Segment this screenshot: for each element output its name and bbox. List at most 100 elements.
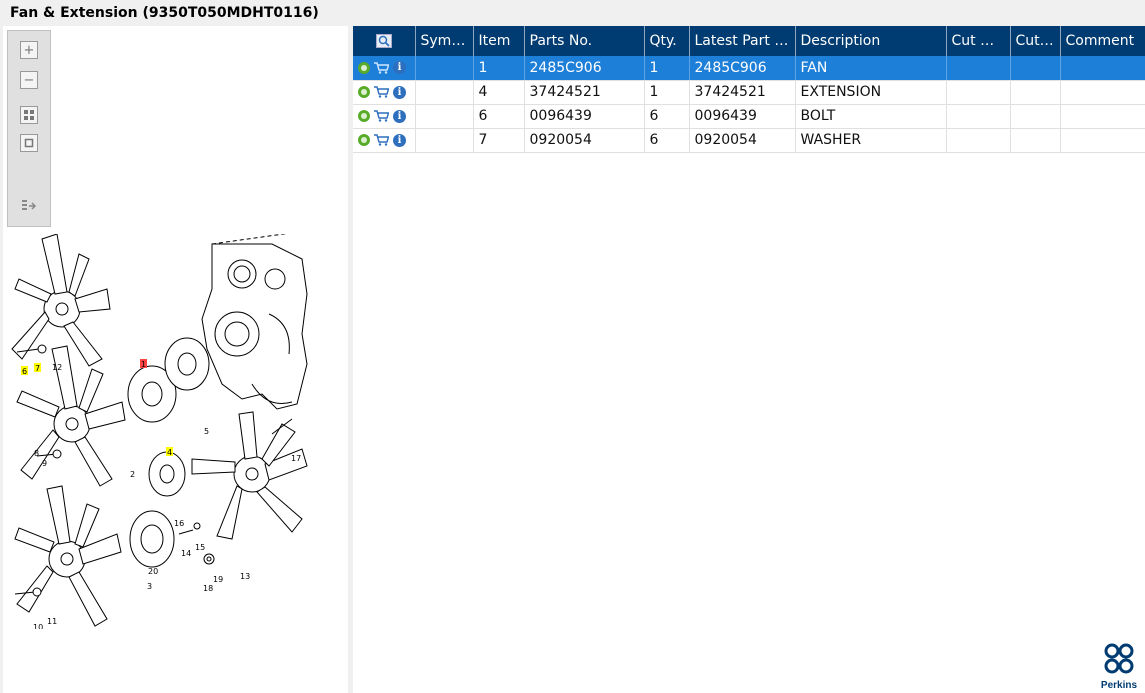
column-header-actions[interactable]	[353, 26, 416, 56]
callout-20[interactable]: 20	[148, 567, 158, 576]
callout-8[interactable]: 8	[34, 449, 39, 458]
callout-2[interactable]: 2	[130, 470, 135, 479]
window-title: Fan & Extension (9350T050MDHT0116)	[0, 0, 1145, 26]
table-row[interactable]: i 6 0096439 6 0096439 BOLT	[353, 104, 1145, 129]
column-header-item[interactable]: Item	[473, 26, 525, 56]
fit-to-window-icon[interactable]	[20, 106, 38, 124]
row-cut-in	[1010, 104, 1061, 129]
callout-13[interactable]: 13	[240, 572, 250, 581]
perkins-logo: Perkins	[1099, 642, 1139, 691]
column-header-parts-no[interactable]: Parts No.	[524, 26, 645, 56]
row-item: 4	[473, 80, 525, 105]
row-item: 7	[473, 128, 525, 153]
zoom-in-icon[interactable]: +	[20, 41, 38, 59]
row-latest-part-no: 0096439	[689, 104, 796, 129]
column-header-symbol[interactable]: Symb...	[415, 26, 474, 56]
callout-16[interactable]: 16	[174, 519, 184, 528]
column-header-comment[interactable]: Comment	[1060, 26, 1145, 56]
row-cut-out	[946, 56, 1011, 81]
settings-gear-icon[interactable]	[358, 110, 370, 122]
callout-11[interactable]: 11	[47, 617, 57, 626]
callout-12[interactable]: 12	[52, 363, 62, 372]
row-description: EXTENSION	[795, 80, 947, 105]
row-latest-part-no: 37424521	[689, 80, 796, 105]
row-qty: 1	[644, 56, 690, 81]
callout-6[interactable]: 6	[22, 367, 27, 376]
row-comment	[1060, 128, 1145, 153]
row-description: FAN	[795, 56, 947, 81]
column-header-description[interactable]: Description	[795, 26, 947, 56]
row-qty: 6	[644, 104, 690, 129]
row-qty: 6	[644, 128, 690, 153]
column-header-cut-in[interactable]: Cut In	[1010, 26, 1061, 56]
callout-7[interactable]: 7	[35, 364, 40, 373]
callout-5[interactable]: 5	[204, 427, 209, 436]
row-cut-in	[1010, 128, 1061, 153]
row-description: BOLT	[795, 104, 947, 129]
row-comment	[1060, 104, 1145, 129]
callout-10[interactable]: 10	[33, 623, 43, 629]
row-cut-in	[1010, 56, 1061, 81]
row-symbol	[415, 128, 474, 153]
row-latest-part-no: 2485C906	[689, 56, 796, 81]
settings-gear-icon[interactable]	[358, 61, 370, 74]
callout-14[interactable]: 14	[181, 549, 191, 558]
table-row[interactable]: i 4 37424521 1 37424521 EXTENSION	[353, 80, 1145, 105]
row-comment	[1060, 56, 1145, 81]
callout-17[interactable]: 17	[291, 454, 301, 463]
row-cut-out	[946, 104, 1011, 129]
actual-size-icon[interactable]	[20, 134, 38, 152]
table-header-row: Symb... Item Parts No. Qty. Latest Part …	[353, 26, 1145, 56]
row-symbol	[415, 104, 474, 129]
callout-4[interactable]: 4	[167, 448, 172, 457]
diagram-panel: + − 1 2 3 4 5 6 7 8 9 10 11 12 13 14 15 …	[3, 26, 348, 693]
row-item: 1	[473, 56, 525, 81]
row-parts-no: 0096439	[524, 104, 645, 129]
settings-gear-icon[interactable]	[358, 134, 370, 146]
callout-9[interactable]: 9	[42, 459, 47, 468]
row-parts-no: 37424521	[524, 80, 645, 105]
column-header-cut-out[interactable]: Cut Out	[946, 26, 1011, 56]
parts-list-panel: Symb... Item Parts No. Qty. Latest Part …	[353, 26, 1145, 693]
callout-15[interactable]: 15	[195, 543, 205, 552]
row-actions: i	[353, 56, 416, 81]
callout-1[interactable]: 1	[141, 360, 146, 369]
info-icon[interactable]: i	[393, 85, 406, 99]
row-parts-no: 0920054	[524, 128, 645, 153]
perkins-logo-mark	[1104, 643, 1134, 674]
row-parts-no: 2485C906	[524, 56, 645, 81]
info-icon[interactable]: i	[393, 109, 406, 123]
column-header-latest-part-no[interactable]: Latest Part No.	[689, 26, 796, 56]
callout-18[interactable]: 18	[203, 584, 213, 593]
shopping-cart-icon[interactable]	[374, 62, 389, 74]
row-description: WASHER	[795, 128, 947, 153]
row-comment	[1060, 80, 1145, 105]
row-latest-part-no: 0920054	[689, 128, 796, 153]
info-icon[interactable]: i	[393, 61, 406, 75]
row-actions: i	[353, 80, 416, 105]
table-row[interactable]: i 7 0920054 6 0920054 WASHER	[353, 128, 1145, 153]
table-row[interactable]: i 1 2485C906 1 2485C906 FAN	[353, 56, 1145, 81]
shopping-cart-icon[interactable]	[374, 86, 389, 98]
callout-19[interactable]: 19	[213, 575, 223, 584]
exploded-parts-diagram[interactable]: 1 2 3 4 5 6 7 8 9 10 11 12 13 14 15 16 1…	[7, 234, 319, 629]
diagram-toolbar: + −	[7, 30, 51, 227]
row-cut-out	[946, 80, 1011, 105]
parts-table: Symb... Item Parts No. Qty. Latest Part …	[353, 26, 1145, 153]
column-header-qty[interactable]: Qty.	[644, 26, 690, 56]
zoom-out-icon[interactable]: −	[20, 71, 38, 89]
row-symbol	[415, 56, 474, 81]
row-item: 6	[473, 104, 525, 129]
search-parts-icon[interactable]	[375, 34, 392, 48]
callout-3[interactable]: 3	[147, 582, 152, 591]
settings-gear-icon[interactable]	[358, 86, 370, 98]
row-cut-out	[946, 128, 1011, 153]
logo-text: Perkins	[1100, 680, 1138, 691]
shopping-cart-icon[interactable]	[374, 110, 389, 122]
row-actions: i	[353, 104, 416, 129]
row-qty: 1	[644, 80, 690, 105]
shopping-cart-icon[interactable]	[374, 134, 389, 146]
export-list-icon[interactable]	[20, 197, 38, 215]
info-icon[interactable]: i	[393, 133, 406, 147]
row-cut-in	[1010, 80, 1061, 105]
